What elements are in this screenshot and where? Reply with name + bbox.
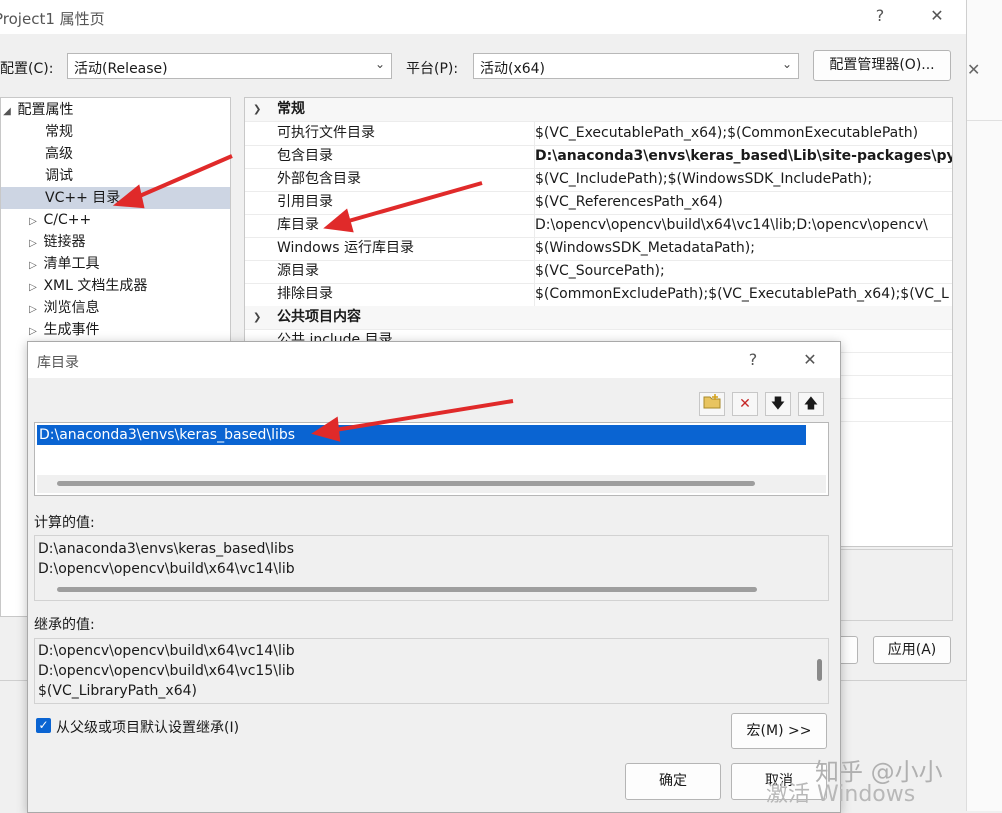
arrow-shaft — [334, 399, 514, 432]
activate-windows-watermark: 激活 Windows — [766, 782, 916, 807]
annotation-arrow — [311, 399, 514, 442]
arrow-head — [311, 416, 341, 442]
annotation-arrows — [311, 399, 514, 442]
